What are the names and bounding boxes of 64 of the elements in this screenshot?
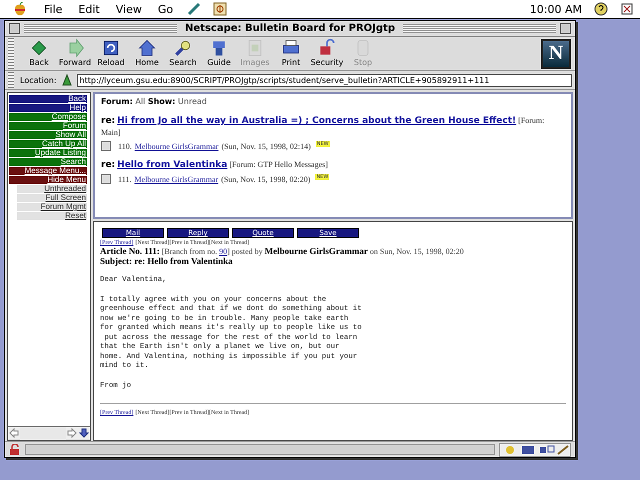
menu-item[interactable]: Edit xyxy=(70,2,108,16)
toolbar-button[interactable]: Back xyxy=(21,38,57,70)
sidebar-link[interactable]: Unthreaded xyxy=(17,185,87,193)
toolbar-button[interactable]: Home xyxy=(129,38,165,70)
sidebar-link[interactable]: Update Listing xyxy=(9,149,87,157)
toolbar-grip[interactable] xyxy=(8,72,14,88)
toolbar-grip[interactable] xyxy=(8,38,14,69)
subject-line: Subject: re: Hello from Valentinka xyxy=(100,256,234,266)
checkbox[interactable] xyxy=(101,174,111,184)
toolbar-button[interactable]: Search xyxy=(165,38,201,70)
apple-icon[interactable] xyxy=(14,2,26,16)
sidebar-link[interactable]: Compose xyxy=(9,113,87,121)
scroll-down-button[interactable] xyxy=(78,427,90,439)
component-bar-drawing[interactable] xyxy=(499,442,571,456)
sidebar-link[interactable]: Message Menu... xyxy=(9,167,87,175)
help-icon[interactable] xyxy=(594,2,608,16)
sidebar-link[interactable]: Help xyxy=(9,104,87,112)
url-field[interactable]: http://lyceum.gsu.edu:8900/SCRIPT/PROJgtp/scripts/student/serve_bulletin?ARTICLE+905892911+111 xyxy=(76,74,572,86)
sidebar-link[interactable]: Back xyxy=(9,95,87,103)
author-link[interactable]: Melbourne GirlsGrammar xyxy=(134,142,218,150)
post-date: (Sun, Nov. 15, 1998, 02:20) xyxy=(221,174,310,184)
pen-icon[interactable] xyxy=(187,2,202,16)
sidebar-link[interactable]: Reset xyxy=(17,212,87,220)
title-bar-stripes[interactable] xyxy=(402,24,556,33)
branch-link[interactable]: 90 xyxy=(219,247,228,256)
sidebar-link[interactable]: Show All xyxy=(9,131,87,139)
post-heading: re: Hello from Valentinka [Forum: GTP Hello Messages] xyxy=(101,159,329,171)
sidebar-link[interactable]: Full Screen xyxy=(17,194,87,202)
title-bar-stripes[interactable] xyxy=(24,24,178,33)
location-label: Location: xyxy=(20,76,57,84)
toolbar-button[interactable]: Security xyxy=(309,38,345,70)
toolbar-button[interactable]: Forward xyxy=(57,38,93,70)
post-number: 110. xyxy=(118,142,132,150)
toolbar-button[interactable]: Print xyxy=(273,38,309,70)
application-menu-icon[interactable] xyxy=(620,2,634,16)
toolbar-button[interactable]: Guide xyxy=(201,38,237,70)
filter-text: Forum: All Show: Unread xyxy=(101,97,208,106)
sidebar-link[interactable]: Catch Up All xyxy=(9,140,87,148)
house-icon xyxy=(137,38,157,58)
sidebar-link[interactable]: Hide Menu xyxy=(9,176,87,184)
post-title-link[interactable]: Hi from Jo all the way in Australia =) ; Concerns about the Green House Effect! xyxy=(117,116,516,126)
app-icon[interactable] xyxy=(213,2,228,16)
menu-item[interactable]: Go xyxy=(150,2,182,16)
menu-item[interactable]: View xyxy=(108,2,150,16)
post-date: (Sun, Nov. 15, 1998, 02:14) xyxy=(221,142,311,150)
article-header: Article No. 111: [Branch from no. 90] posted by Melbourne GirlsGrammar on Sun, Nov. 15, 1998, 02:20 xyxy=(100,246,465,256)
author-link[interactable]: Melbourne GirlsGrammar xyxy=(134,174,218,184)
checkbox[interactable] xyxy=(101,141,111,151)
netscape-logo: N xyxy=(541,38,571,68)
clock: 10:00 AM xyxy=(530,2,582,16)
padlock-icon[interactable] xyxy=(9,444,21,456)
toolbar-button[interactable]: Reload xyxy=(93,38,129,70)
bookmark-icon[interactable] xyxy=(60,73,74,87)
post-heading: re: Hi from Jo all the way in Australia =) ; Concerns about the Green House Effect! [Forum: Main] xyxy=(101,115,546,138)
close-box[interactable] xyxy=(9,23,20,34)
window-title: Netscape: Bulletin Board for PROJgtp xyxy=(184,23,396,34)
post-title-link[interactable]: Hello from Valentinka xyxy=(117,160,228,170)
sidebar-link[interactable]: Forum Mgmt xyxy=(17,203,87,211)
post-number: 111. xyxy=(118,174,132,184)
zoom-box[interactable] xyxy=(560,23,571,34)
menu-item[interactable]: File xyxy=(36,2,70,16)
sidebar-link[interactable]: Forum xyxy=(9,122,87,130)
scroll-left-button[interactable] xyxy=(8,427,20,439)
sidebar-link[interactable]: Search xyxy=(9,158,87,166)
